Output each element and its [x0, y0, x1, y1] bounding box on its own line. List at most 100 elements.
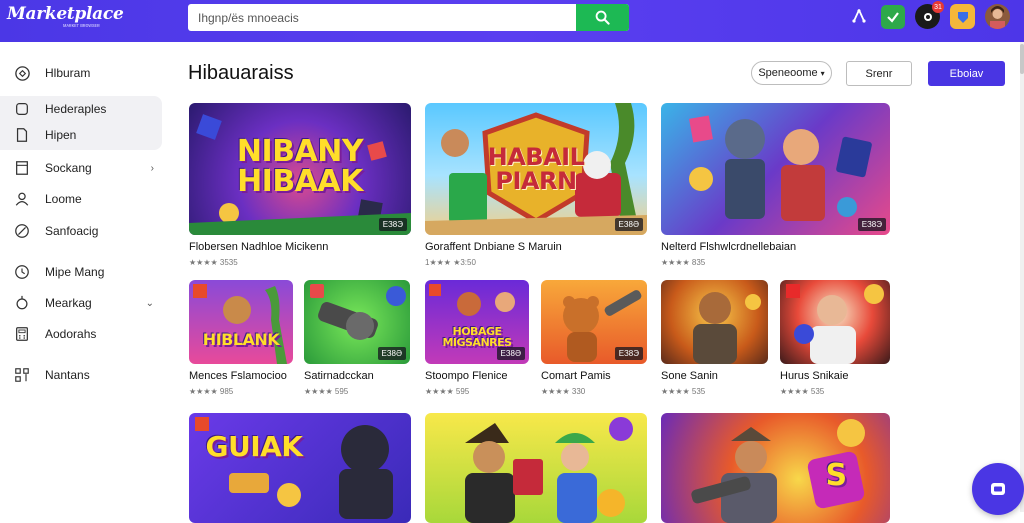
game-rating: ★★★★ 595 [425, 387, 470, 396]
game-thumbnail[interactable] [780, 280, 890, 364]
sidebar-item-history[interactable]: Mipe Mang [0, 259, 162, 285]
document-icon [13, 126, 31, 144]
game-thumbnail[interactable]: NIBANY HIBAAK ЕЗ8Э [189, 103, 411, 235]
game-art [425, 413, 647, 523]
game-name[interactable]: Nelterd Flshwlcrdnellebaian [661, 241, 796, 253]
sidebar-item-home[interactable]: Hlburam [0, 60, 162, 86]
game-card[interactable]: Hurus Snikaie ★★★★ 535 [780, 280, 890, 400]
game-name[interactable]: Comart Pamis [541, 370, 611, 382]
game-card[interactable]: NIBANY HIBAAK ЕЗ8Э Flobersen Nadhloe Mic… [189, 103, 411, 273]
user-icon [13, 190, 31, 208]
search-button[interactable] [576, 4, 629, 31]
sort-dropdown[interactable]: Speneoome ▾ [751, 61, 832, 85]
game-thumbnail[interactable] [425, 413, 647, 523]
game-card[interactable]: HABAIL PIARN ЕЗ8Ә Goraffent Dnbiane S Ma… [425, 103, 647, 273]
game-art: S [661, 413, 890, 523]
game-thumbnail[interactable]: HIBLANK [189, 280, 293, 364]
game-name[interactable]: Hurus Snikaie [780, 370, 848, 382]
game-card[interactable]: HOBAGE MIGSANRES ЕЗ8Ә Stoompo Flenice ★★… [425, 280, 529, 400]
chat-fab-button[interactable] [972, 463, 1024, 515]
secondary-button[interactable]: Srenr [846, 61, 912, 86]
home-icon [13, 64, 31, 82]
sidebar-item-network[interactable]: Nantans [0, 362, 162, 388]
history-icon [13, 263, 31, 281]
sidebar-item-documents[interactable]: Hipen [0, 122, 162, 148]
game-rating: ★★★★ 835 [661, 258, 706, 267]
game-art-title: HOBAGE MIGSANRES [442, 325, 512, 349]
primary-button[interactable]: Eboiav [928, 61, 1005, 86]
game-art [661, 103, 890, 235]
game-name[interactable]: Mences Fslamocioo [189, 370, 287, 382]
chevron-right-icon[interactable]: › [151, 163, 154, 174]
scrollbar-track[interactable] [1020, 42, 1024, 512]
sidebar-item-label: Mearkag [45, 296, 92, 310]
sidebar-item-library[interactable]: Hederaples [0, 96, 162, 122]
game-art-title: HABAIL PIARN [487, 143, 585, 195]
price-badge: ЕЗ8Э [857, 218, 886, 231]
notifications-icon[interactable]: 31 [915, 1, 944, 29]
game-art-title: S [825, 458, 847, 493]
game-name[interactable]: Goraffent Dnbiane S Maruin [425, 241, 562, 253]
chat-icon [991, 483, 1005, 495]
search-bar [188, 4, 629, 31]
sidebar-item-store[interactable]: Sockang › [0, 155, 162, 181]
game-name[interactable]: Satirnadcckan [304, 370, 374, 382]
upload-icon[interactable] [846, 4, 871, 29]
game-thumbnail[interactable]: GUIAK [189, 413, 411, 523]
logo[interactable]: Marketplace ᴍᴀʀᴋᴇᴛ ʙʀᴏᴡsᴇʀ [7, 4, 124, 29]
game-card[interactable]: ЕЗ8Э Nelterd Flshwlcrdnellebaian ★★★★ 83… [661, 103, 890, 273]
game-art-title: GUIAK [205, 430, 303, 463]
sidebar-item-settings[interactable]: Mearkag ⌄ [0, 290, 162, 316]
game-art: GUIAK [189, 413, 411, 523]
game-name[interactable]: Flobersen Nadhloe Micikenn [189, 241, 328, 253]
game-thumbnail[interactable]: S [661, 413, 890, 523]
game-thumbnail[interactable]: HABAIL PIARN ЕЗ8Ә [425, 103, 647, 235]
settings-icon [13, 294, 31, 312]
price-badge: ЕЗ8Ә [496, 347, 525, 360]
sidebar-item-user[interactable]: Loome [0, 186, 162, 212]
game-card[interactable]: ЕЗ8Э Comart Pamis ★★★★ 330 [541, 280, 647, 400]
search-icon [595, 10, 610, 25]
sidebar-item-label: Sockang [45, 161, 92, 175]
game-name[interactable]: Sone Sanin [661, 370, 718, 382]
game-thumbnail[interactable]: ЕЗ8Э [541, 280, 647, 364]
logo-title: Marketplace [7, 4, 124, 24]
game-card[interactable] [425, 413, 647, 523]
game-rating: 1★★★ ★3:50 [425, 258, 476, 267]
price-badge: ЕЗ8Ә [377, 347, 406, 360]
game-thumbnail[interactable]: HOBAGE MIGSANRES ЕЗ8Ә [425, 280, 529, 364]
game-name[interactable]: Stoompo Flenice [425, 370, 508, 382]
search-input[interactable] [188, 4, 576, 31]
downloads-icon[interactable] [881, 4, 905, 29]
notification-badge: 31 [932, 1, 944, 13]
sidebar-item-calculator[interactable]: Aodorahs [0, 321, 162, 347]
chevron-down-icon: ▾ [820, 68, 825, 78]
price-badge: ЕЗ8Э [614, 347, 643, 360]
game-card[interactable]: ЕЗ8Ә Satirnadcckan ★★★★ 595 [304, 280, 410, 400]
sidebar-item-tags[interactable]: Sanfoacig [0, 218, 162, 244]
game-card[interactable]: S [661, 413, 890, 523]
sidebar-item-label: Sanfoacig [45, 224, 99, 238]
profile-avatar[interactable] [985, 4, 1010, 29]
game-thumbnail[interactable] [661, 280, 768, 364]
library-icon [13, 100, 31, 118]
game-card[interactable]: HIBLANK Mences Fslamocioo ★★★★ 985 [189, 280, 293, 400]
sidebar-item-label: Loome [45, 192, 82, 206]
game-art-title: HIBLANK [202, 330, 280, 349]
sidebar-item-label: Nantans [45, 368, 90, 382]
game-thumbnail[interactable]: ЕЗ8Ә [304, 280, 410, 364]
page-title: Hibauaraiss [188, 62, 294, 84]
price-badge: ЕЗ8Ә [614, 218, 643, 231]
game-rating: ★★★★ 330 [541, 387, 586, 396]
game-card[interactable]: Sone Sanin ★★★★ 535 [661, 280, 768, 400]
game-art-title: NIBANY HIBAAK [236, 134, 364, 199]
top-header: Marketplace ᴍᴀʀᴋᴇᴛ ʙʀᴏᴡsᴇʀ 31 [0, 0, 1024, 42]
chevron-down-icon[interactable]: ⌄ [146, 298, 154, 309]
tag-icon [13, 222, 31, 240]
game-thumbnail[interactable]: ЕЗ8Э [661, 103, 890, 235]
sidebar-item-label: Hipen [45, 128, 77, 142]
game-card[interactable]: GUIAK [189, 413, 411, 523]
game-art: HIBLANK [189, 280, 293, 364]
scrollbar-thumb[interactable] [1020, 44, 1024, 74]
rewards-icon[interactable] [950, 4, 975, 29]
